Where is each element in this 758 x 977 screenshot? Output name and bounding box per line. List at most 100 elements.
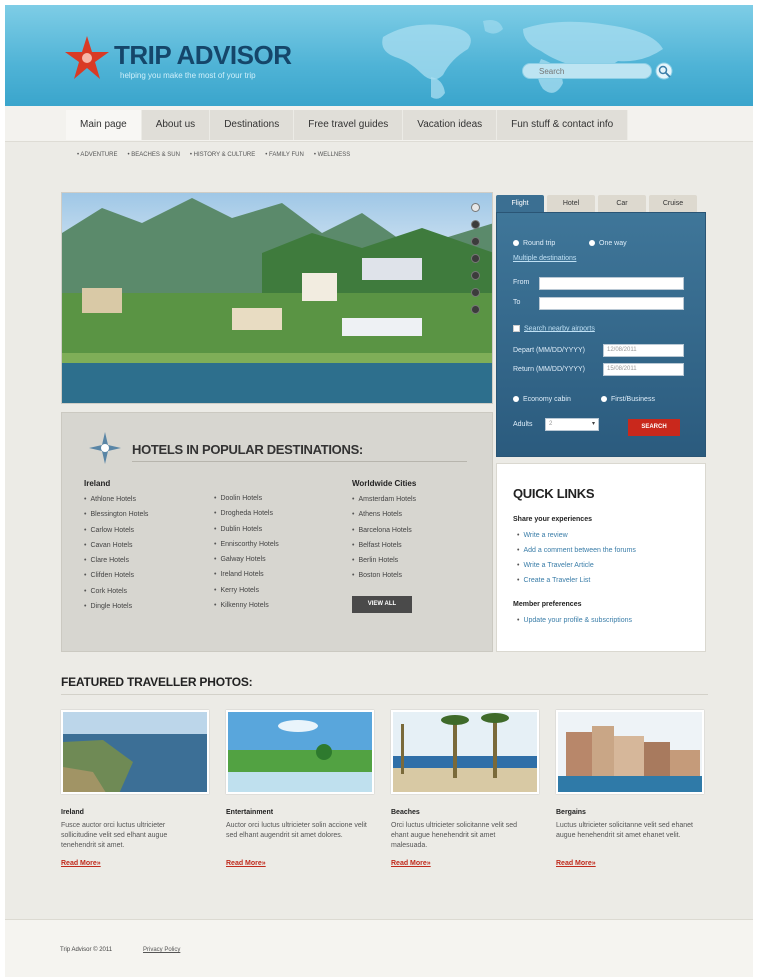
quick-link[interactable]: Write a review <box>517 532 567 539</box>
multiple-destinations-link[interactable]: Multiple destinations <box>513 255 576 262</box>
subnav-beaches[interactable]: • BEACHES & SUN <box>127 152 179 158</box>
search-button[interactable]: SEARCH <box>628 419 680 436</box>
photo-title: Beaches <box>391 809 420 816</box>
hotel-link[interactable]: Athlone Hotels <box>84 496 148 511</box>
slider-dots <box>471 203 480 314</box>
hotel-link[interactable]: Clifden Hotels <box>84 572 148 587</box>
to-field[interactable] <box>539 297 684 310</box>
hotel-link[interactable]: Cavan Hotels <box>84 542 148 557</box>
return-date-field[interactable]: 15/08/2011 <box>603 363 684 376</box>
checkbox-icon <box>513 325 520 332</box>
slider-dot[interactable] <box>471 203 480 212</box>
one-way-radio[interactable]: One way <box>589 240 627 247</box>
logo-title[interactable]: TRIP ADVISOR <box>114 40 292 71</box>
hotel-link[interactable]: Drogheda Hotels <box>214 510 279 525</box>
world-map-graphic <box>382 20 663 99</box>
radio-icon <box>513 396 519 403</box>
first-class-radio[interactable]: First/Business <box>601 396 655 403</box>
hotel-link[interactable]: Barcelona Hotels <box>352 527 416 542</box>
slider-dot[interactable] <box>471 220 480 229</box>
slider-dot[interactable] <box>471 288 480 297</box>
quick-links-panel: QUICK LINKS Share your experiences Write… <box>496 463 706 652</box>
search-box <box>522 63 652 79</box>
nav-tab-about[interactable]: About us <box>141 110 211 140</box>
hotel-link[interactable]: Galway Hotels <box>214 556 279 571</box>
nav-tab-contact[interactable]: Fun stuff & contact info <box>497 110 629 140</box>
hotel-link[interactable]: Berlin Hotels <box>352 557 416 572</box>
divider <box>132 461 467 462</box>
photo-ireland[interactable] <box>61 710 209 794</box>
booking-panel: Round trip One way Multiple destinations… <box>496 212 706 457</box>
member-heading: Member preferences <box>513 601 582 608</box>
search-input[interactable] <box>523 64 651 78</box>
chevron-down-icon: ▾ <box>591 421 595 427</box>
economy-radio[interactable]: Economy cabin <box>513 396 571 403</box>
hotel-link[interactable]: Kilkenny Hotels <box>214 602 279 617</box>
read-more-link[interactable]: Read More» <box>556 860 596 867</box>
quick-link[interactable]: Add a comment between the forums <box>517 547 635 554</box>
photo-entertainment[interactable] <box>226 710 374 794</box>
nearby-airports-checkbox[interactable]: Search nearby airports <box>513 325 595 332</box>
hotel-link[interactable]: Dublin Hotels <box>214 526 279 541</box>
privacy-policy-link[interactable]: Privacy Policy <box>143 947 180 953</box>
quick-link[interactable]: Write a Traveler Article <box>517 562 593 569</box>
hotel-link[interactable]: Dingle Hotels <box>84 603 148 618</box>
hotel-link[interactable]: Blessington Hotels <box>84 511 148 526</box>
hotel-link[interactable]: Cork Hotels <box>84 588 148 603</box>
hotel-link[interactable]: Amsterdam Hotels <box>352 496 416 511</box>
hotel-link[interactable]: Enniscorthy Hotels <box>214 541 278 556</box>
hotel-link[interactable]: Boston Hotels <box>352 572 416 587</box>
subnav-adventure[interactable]: • ADVENTURE <box>77 152 117 158</box>
slider-dot[interactable] <box>471 254 480 263</box>
one-way-label: One way <box>599 240 627 247</box>
photo-beaches[interactable] <box>391 710 539 794</box>
photo-title: Bergains <box>556 809 586 816</box>
hotel-link[interactable]: Carlow Hotels <box>84 527 148 542</box>
photo-bargains[interactable] <box>556 710 704 794</box>
subnav-history[interactable]: • HISTORY & CULTURE <box>190 152 255 158</box>
read-more-link[interactable]: Read More» <box>61 860 101 867</box>
booking-tabs: Flight Hotel Car Cruise <box>496 195 700 212</box>
nav-tab-destinations[interactable]: Destinations <box>210 110 295 140</box>
nav-tab-main[interactable]: Main page <box>66 110 142 140</box>
tab-hotel[interactable]: Hotel <box>547 195 595 212</box>
from-field[interactable] <box>539 277 684 290</box>
adults-select[interactable]: 2 ▾ <box>545 418 599 431</box>
hotel-column-ireland-2: Doolin Hotels Drogheda Hotels Dublin Hot… <box>214 495 279 617</box>
hotel-link[interactable]: Clare Hotels <box>84 557 148 572</box>
slider-dot[interactable] <box>471 271 480 280</box>
tab-cruise[interactable]: Cruise <box>649 195 697 212</box>
depart-date-field[interactable]: 12/08/2011 <box>603 344 684 357</box>
adults-value: 2 <box>549 421 553 427</box>
search-icon[interactable] <box>655 62 675 82</box>
copyright-text: Trip Advisor © 2011 <box>60 947 113 953</box>
quick-link[interactable]: Update your profile & subscriptions <box>517 617 632 624</box>
main-nav: Main page About us Destinations Free tra… <box>66 110 629 140</box>
column-heading: Worldwide Cities <box>352 479 417 488</box>
round-trip-radio[interactable]: Round trip <box>513 240 555 247</box>
read-more-link[interactable]: Read More» <box>391 860 431 867</box>
tab-flight[interactable]: Flight <box>496 195 544 212</box>
subnav-family[interactable]: • FAMILY FUN <box>265 152 304 158</box>
read-more-link[interactable]: Read More» <box>226 860 266 867</box>
radio-icon <box>513 240 519 247</box>
slider-dot[interactable] <box>471 305 480 314</box>
hotel-link[interactable]: Athens Hotels <box>352 511 416 526</box>
hotel-link[interactable]: Kerry Hotels <box>214 587 279 602</box>
quick-link[interactable]: Create a Traveler List <box>517 577 590 584</box>
radio-icon <box>589 240 595 247</box>
hotel-link[interactable]: Doolin Hotels <box>214 495 279 510</box>
hotel-link[interactable]: Ireland Hotels <box>214 571 279 586</box>
coast-illustration <box>63 712 207 792</box>
hotel-link[interactable]: Belfast Hotels <box>352 542 416 557</box>
hero-slider-image <box>61 192 493 404</box>
hotels-title: HOTELS IN POPULAR DESTINATIONS: <box>132 442 363 457</box>
tab-car[interactable]: Car <box>598 195 646 212</box>
subnav-wellness[interactable]: • WELLNESS <box>314 152 350 158</box>
palm-beach-illustration <box>393 712 537 792</box>
nav-tab-vacation[interactable]: Vacation ideas <box>403 110 498 140</box>
nav-tab-guides[interactable]: Free travel guides <box>294 110 404 140</box>
divider <box>61 694 708 695</box>
view-all-button[interactable]: VIEW ALL <box>352 596 412 613</box>
slider-dot[interactable] <box>471 237 480 246</box>
